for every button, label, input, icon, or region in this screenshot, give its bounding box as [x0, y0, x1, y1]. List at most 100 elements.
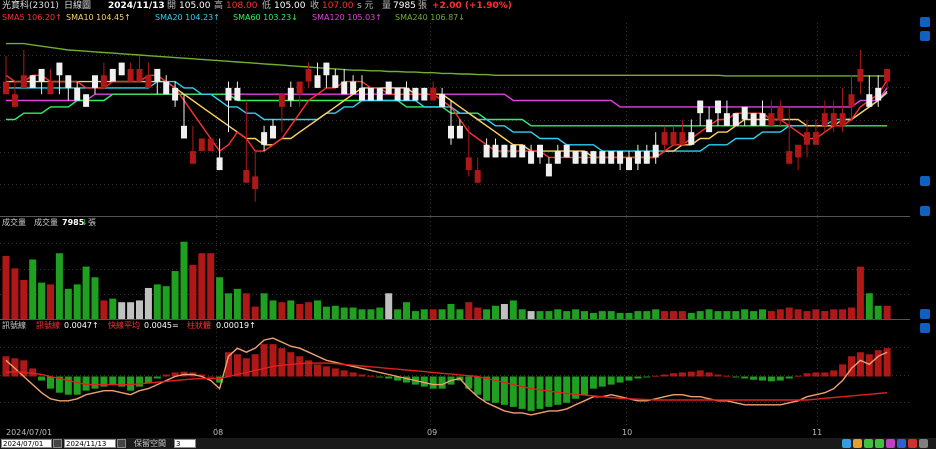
zoom-in-icon[interactable] — [842, 439, 851, 448]
macd-hist-bar — [144, 376, 152, 383]
macd-hist-bar — [589, 376, 597, 389]
macd-hist-label: 柱狀體 — [187, 321, 211, 330]
candle-body — [118, 62, 125, 76]
draw-icon[interactable] — [886, 439, 895, 448]
candle-body — [581, 151, 588, 164]
macd-options-icon[interactable] — [920, 323, 930, 333]
candle-body — [572, 151, 579, 164]
volume-bar — [189, 264, 197, 320]
candle-body — [528, 151, 535, 164]
macd-panel[interactable]: 訊號線 訊號線 0.0047↑ 快線平均 0.0045= 柱狀體 0.00019… — [0, 319, 910, 429]
legend-sma60: SMA60 103.23↓ — [233, 13, 298, 22]
candle-body — [92, 75, 98, 88]
macd-hist-bar — [856, 352, 864, 377]
retain-space-input[interactable]: 3 — [174, 439, 196, 448]
macd-signal-label: 訊號線 — [36, 321, 60, 330]
macd-chart[interactable] — [0, 320, 910, 429]
candle-body — [590, 151, 597, 164]
volume-settings-icon[interactable] — [920, 206, 930, 216]
chart-settings-icon[interactable] — [920, 17, 930, 27]
macd-signal-value: 0.0047↑ — [64, 321, 99, 330]
macd-hist-bar — [750, 376, 758, 380]
macd-hist-bar — [331, 368, 339, 377]
candle-body — [786, 151, 793, 164]
candle-body — [65, 75, 72, 88]
candle-body — [278, 94, 285, 107]
volume-bar — [136, 300, 143, 320]
macd-hist-bar — [233, 354, 241, 377]
candle-body — [270, 125, 276, 139]
macd-hist-bar — [581, 376, 588, 395]
macd-hist-bar — [759, 376, 766, 381]
candle-body — [465, 157, 472, 171]
macd-hist-bar — [874, 350, 882, 377]
candle-body — [545, 163, 552, 177]
move-left-icon[interactable] — [864, 439, 873, 448]
candle-body — [29, 75, 36, 88]
volume-bar — [385, 293, 393, 320]
period-label[interactable]: 日線圖 — [64, 1, 91, 12]
volume-bar — [865, 293, 873, 320]
candle-body — [795, 144, 802, 158]
help-icon[interactable] — [919, 439, 928, 448]
quote-date: 2024/11/13 — [108, 1, 165, 11]
candle-body — [723, 113, 730, 126]
candle-body — [830, 113, 837, 126]
volume-chart[interactable] — [0, 217, 910, 320]
candle-body — [875, 87, 882, 101]
macd-hist-bar — [821, 372, 829, 377]
macd-hist-bar — [251, 354, 259, 377]
macd-hist-bar — [438, 376, 446, 389]
macd-hist-bar — [767, 376, 775, 382]
candle-body — [287, 87, 294, 101]
legend-sma240: SMA240 106.87↓ — [395, 13, 465, 22]
stock-name[interactable]: 光寶科(2301) — [2, 1, 59, 12]
end-date-picker-icon[interactable] — [117, 439, 126, 448]
volume-bar — [287, 300, 295, 320]
macd-hist-bar — [616, 376, 624, 383]
volume-panel[interactable]: 成交量 成交量 7985 ↓ 張 — [0, 216, 910, 320]
panel-settings-icon[interactable] — [920, 176, 930, 186]
macd-panel-title: 訊號線 — [2, 321, 26, 330]
price-panel[interactable] — [0, 23, 910, 216]
macd-hist-bar — [723, 375, 731, 377]
volume-bar — [47, 284, 54, 320]
volume-bar — [2, 255, 10, 320]
price-chart[interactable] — [0, 23, 910, 216]
zoom-out-icon[interactable] — [853, 439, 862, 448]
candle-body — [866, 94, 873, 107]
volume-bar — [171, 271, 179, 320]
end-date-field[interactable]: 2024/11/13 — [64, 439, 116, 448]
start-date-field[interactable]: 2024/07/01 — [1, 439, 52, 448]
x-tick-label: 10 — [622, 428, 633, 437]
price-change: +2.00 (+1.90%) — [432, 1, 512, 11]
volume-label: 成交量 — [34, 218, 58, 227]
volume-bar — [447, 303, 455, 320]
move-right-icon[interactable] — [875, 439, 884, 448]
macd-hist-bar — [474, 376, 482, 395]
volume-bar — [331, 305, 339, 320]
candle-body — [100, 75, 107, 88]
volume-bar — [492, 305, 499, 320]
indicator-icon[interactable] — [920, 31, 930, 41]
volume-bar — [29, 259, 37, 320]
volume-bar — [216, 277, 224, 320]
macd-settings-icon[interactable] — [920, 309, 930, 319]
volume-unit: 張 — [418, 1, 428, 11]
candle-body — [207, 138, 214, 152]
start-date-picker-icon[interactable] — [53, 439, 62, 448]
macd-hist-bar — [11, 358, 19, 377]
candle-body — [501, 144, 508, 158]
macd-hist-bar — [376, 376, 384, 378]
macd-hist-bar — [839, 364, 847, 377]
volume-bar — [153, 284, 161, 320]
candle-body — [732, 113, 739, 126]
candle-body — [670, 132, 677, 145]
candle-body — [11, 94, 18, 107]
candle-body — [296, 81, 303, 95]
candle-body — [145, 75, 152, 88]
settings-icon[interactable] — [897, 439, 906, 448]
candle-body — [634, 151, 641, 164]
macd-hist-bar — [776, 376, 784, 381]
print-icon[interactable] — [908, 439, 917, 448]
